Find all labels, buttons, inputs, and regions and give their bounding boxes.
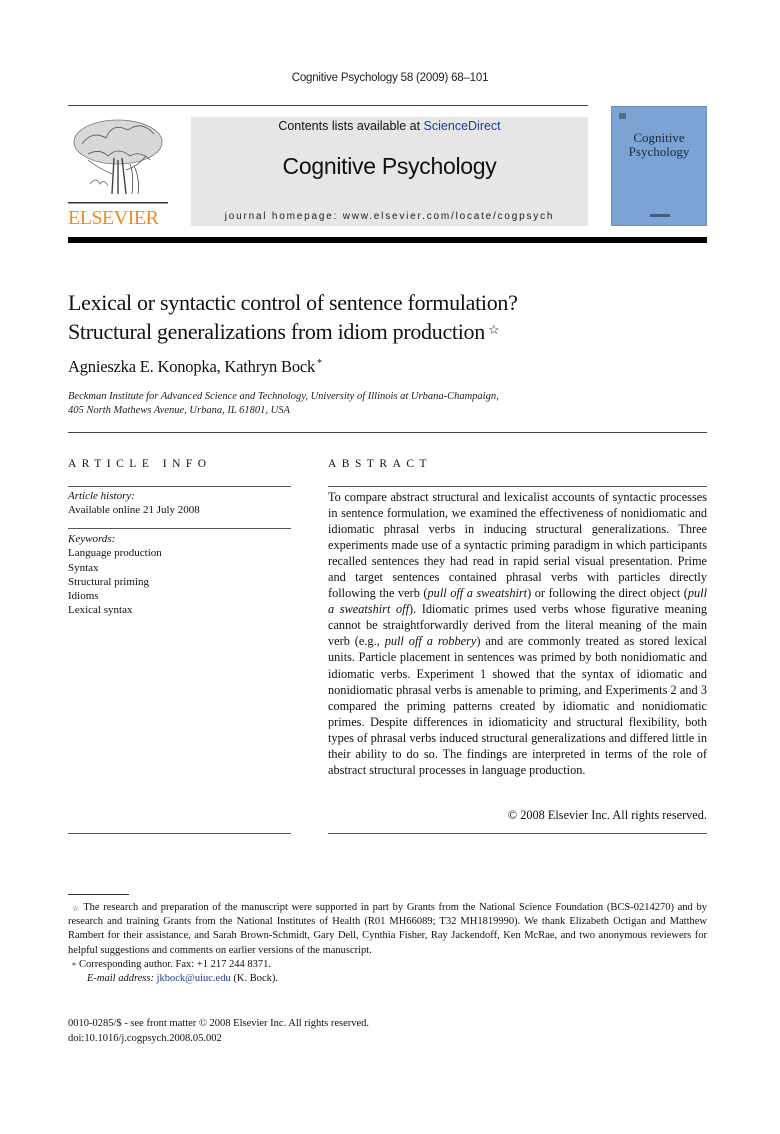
- corresponding-footnote: * Corresponding author. Fax: +1 217 244 8…: [68, 958, 707, 972]
- journal-masthead: Contents lists available at ScienceDirec…: [191, 117, 588, 226]
- contents-line: Contents lists available at ScienceDirec…: [191, 119, 588, 133]
- abstract-rule-top: [328, 486, 707, 487]
- abstract-example: pull off a sweatshirt: [427, 586, 528, 601]
- funding-footnote: ☆ The research and preparation of the man…: [68, 901, 707, 958]
- affiliation-line2: 405 North Mathews Avenue, Urbana, IL 618…: [68, 405, 290, 416]
- title-footnote-star-icon[interactable]: ☆: [488, 322, 500, 337]
- abstract-body: To compare abstract structural and lexic…: [328, 489, 707, 778]
- keyword-item: Idioms: [68, 590, 99, 603]
- footnote-star-icon: ☆: [72, 904, 81, 913]
- journal-cover-thumbnail[interactable]: Cognitive Psychology: [611, 106, 707, 226]
- footnotes: ☆ The research and preparation of the man…: [68, 901, 707, 986]
- elsevier-logo[interactable]: ELSEVIER: [68, 114, 168, 228]
- cover-title-line1: Cognitive: [633, 130, 685, 145]
- article-history: Article history: Available online 21 Jul…: [68, 489, 291, 518]
- masthead-thick-rule: [68, 237, 707, 243]
- article-info-heading: ARTICLE INFO: [68, 458, 212, 470]
- journal-homepage-link[interactable]: journal homepage: www.elsevier.com/locat…: [191, 211, 588, 222]
- keywords: Keywords: Language production Syntax Str…: [68, 532, 291, 618]
- article-title: Lexical or syntactic control of sentence…: [68, 288, 708, 346]
- article-title-line2: Structural generalizations from idiom pr…: [68, 317, 708, 346]
- tree-icon: [68, 119, 168, 204]
- email-suffix: (K. Bock).: [230, 973, 278, 985]
- footnote-asterisk: *: [72, 960, 76, 970]
- keyword-item: Syntax: [68, 561, 99, 574]
- email-label: E-mail address:: [87, 973, 154, 985]
- abstract-text: ) or following the direct object (: [527, 586, 688, 601]
- elsevier-wordmark: ELSEVIER: [68, 207, 159, 229]
- article-history-value: Available online 21 July 2008: [68, 504, 200, 517]
- article-title-line1: Lexical or syntactic control of sentence…: [68, 290, 518, 315]
- email-link[interactable]: jkbock@uiuc.edu: [157, 973, 231, 984]
- article-title-line2-text: Structural generalizations from idiom pr…: [68, 319, 485, 344]
- sciencedirect-link[interactable]: ScienceDirect: [424, 119, 501, 133]
- keywords-label: Keywords:: [68, 533, 116, 545]
- contents-prefix: Contents lists available at: [278, 119, 424, 133]
- corresponding-author-mark[interactable]: *: [317, 358, 322, 369]
- cover-title: Cognitive Psychology: [612, 131, 706, 159]
- footnote-rule: [68, 894, 129, 895]
- keyword-item: Language production: [68, 547, 162, 560]
- author-names: Agnieszka E. Konopka, Kathryn Bock: [68, 357, 316, 376]
- affiliation-rule: [68, 432, 707, 433]
- keyword-item: Lexical syntax: [68, 604, 133, 617]
- keyword-item: Structural priming: [68, 575, 149, 588]
- article-history-label: Article history:: [68, 490, 135, 502]
- issn-line: 0010-0285/$ - see front matter © 2008 El…: [68, 1018, 370, 1029]
- article-info-rule-bottom: [68, 833, 291, 834]
- affiliation-line1: Beckman Institute for Advanced Science a…: [68, 391, 499, 402]
- journal-title: Cognitive Psychology: [282, 153, 497, 179]
- abstract-copyright: © 2008 Elsevier Inc. All rights reserved…: [507, 808, 707, 822]
- abstract-text: ) and are commonly treated as stored lex…: [328, 634, 707, 777]
- front-matter: 0010-0285/$ - see front matter © 2008 El…: [68, 1017, 369, 1046]
- affiliation: Beckman Institute for Advanced Science a…: [68, 390, 708, 418]
- doi-link[interactable]: doi:10.1016/j.cogpsych.2008.05.002: [68, 1032, 369, 1047]
- abstract-example: pull off a robbery: [384, 634, 477, 649]
- article-info-rule-top: [68, 486, 291, 487]
- authors: Agnieszka E. Konopka, Kathryn Bock *: [68, 357, 322, 377]
- cover-title-line2: Psychology: [628, 144, 690, 159]
- cover-publisher-mark: [650, 214, 670, 217]
- article-info-rule-mid: [68, 528, 291, 529]
- running-head: Cognitive Psychology 58 (2009) 68–101: [291, 72, 489, 84]
- corresponding-text: Corresponding author. Fax: +1 217 244 83…: [79, 958, 271, 970]
- abstract-heading: ABSTRACT: [328, 458, 433, 470]
- cover-publisher-icon: [619, 113, 626, 119]
- abstract-rule-bottom: [328, 833, 707, 834]
- abstract-text: To compare abstract structural and lexic…: [328, 490, 707, 601]
- email-footnote: E-mail address: jkbock@uiuc.edu (K. Bock…: [68, 972, 707, 986]
- header-rule: [68, 105, 588, 106]
- funding-text: The research and preparation of the manu…: [68, 902, 708, 956]
